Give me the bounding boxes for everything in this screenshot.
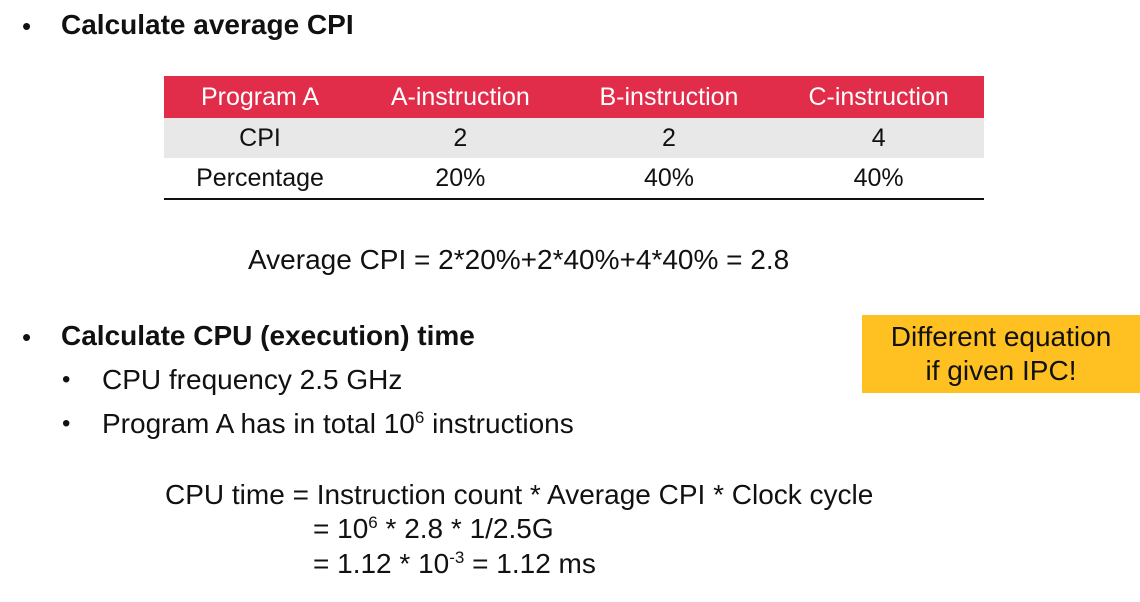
table-row: Percentage 20% 40% 40%	[164, 158, 984, 199]
table-header-cell: C-instruction	[773, 76, 984, 118]
formula-text: = 1.12 * 10	[313, 548, 450, 579]
ipc-callout: Different equation if given IPC!	[862, 315, 1140, 393]
item-text: Program A has in total 10	[102, 408, 415, 439]
table-header-row: Program A A-instruction B-instruction C-…	[164, 76, 984, 118]
exponent: -3	[449, 547, 465, 567]
table-cell: 20%	[356, 158, 565, 199]
cpu-time-formula-line2: = 106 * 2.8 * 1/2.5G	[313, 512, 554, 544]
formula-text: = 10	[313, 513, 369, 544]
bullet: •	[22, 322, 32, 352]
table-row: CPI 2 2 4	[164, 118, 984, 158]
callout-line: if given IPC!	[925, 355, 1077, 386]
instruction-count-item: Program A has in total 106 instructions	[102, 407, 574, 439]
sub-bullet: •	[62, 410, 71, 437]
table-header-cell: B-instruction	[564, 76, 774, 118]
cpu-frequency-item: CPU frequency 2.5 GHz	[102, 364, 403, 395]
average-cpi-formula: Average CPI = 2*20%+2*40%+4*40% = 2.8	[248, 244, 790, 275]
item-text: instructions	[424, 408, 574, 439]
table-cell: 40%	[564, 158, 774, 199]
table-cell: 4	[773, 118, 984, 158]
table-cell: Percentage	[164, 158, 356, 199]
exponent: 6	[414, 407, 425, 427]
section-heading-cpu-time: Calculate CPU (execution) time	[61, 320, 475, 351]
bullet: •	[22, 11, 32, 41]
table-header-cell: Program A	[164, 76, 356, 118]
formula-text: * 2.8 * 1/2.5G	[377, 513, 554, 544]
table-cell: 40%	[773, 158, 984, 199]
cpu-time-formula-line1: CPU time = Instruction count * Average C…	[165, 479, 874, 510]
section-heading-average-cpi: Calculate average CPI	[61, 9, 354, 40]
table-cell: 2	[564, 118, 774, 158]
formula-text: = 1.12 ms	[464, 548, 596, 579]
table-cell: 2	[356, 118, 565, 158]
callout-line: Different equation	[890, 321, 1112, 352]
table-header-cell: A-instruction	[356, 76, 565, 118]
cpu-time-formula-line3: = 1.12 * 10-3 = 1.12 ms	[313, 547, 596, 579]
exponent: 6	[368, 512, 378, 532]
cpi-table: Program A A-instruction B-instruction C-…	[164, 76, 984, 200]
sub-bullet: •	[62, 366, 71, 393]
table-cell: CPI	[164, 118, 356, 158]
